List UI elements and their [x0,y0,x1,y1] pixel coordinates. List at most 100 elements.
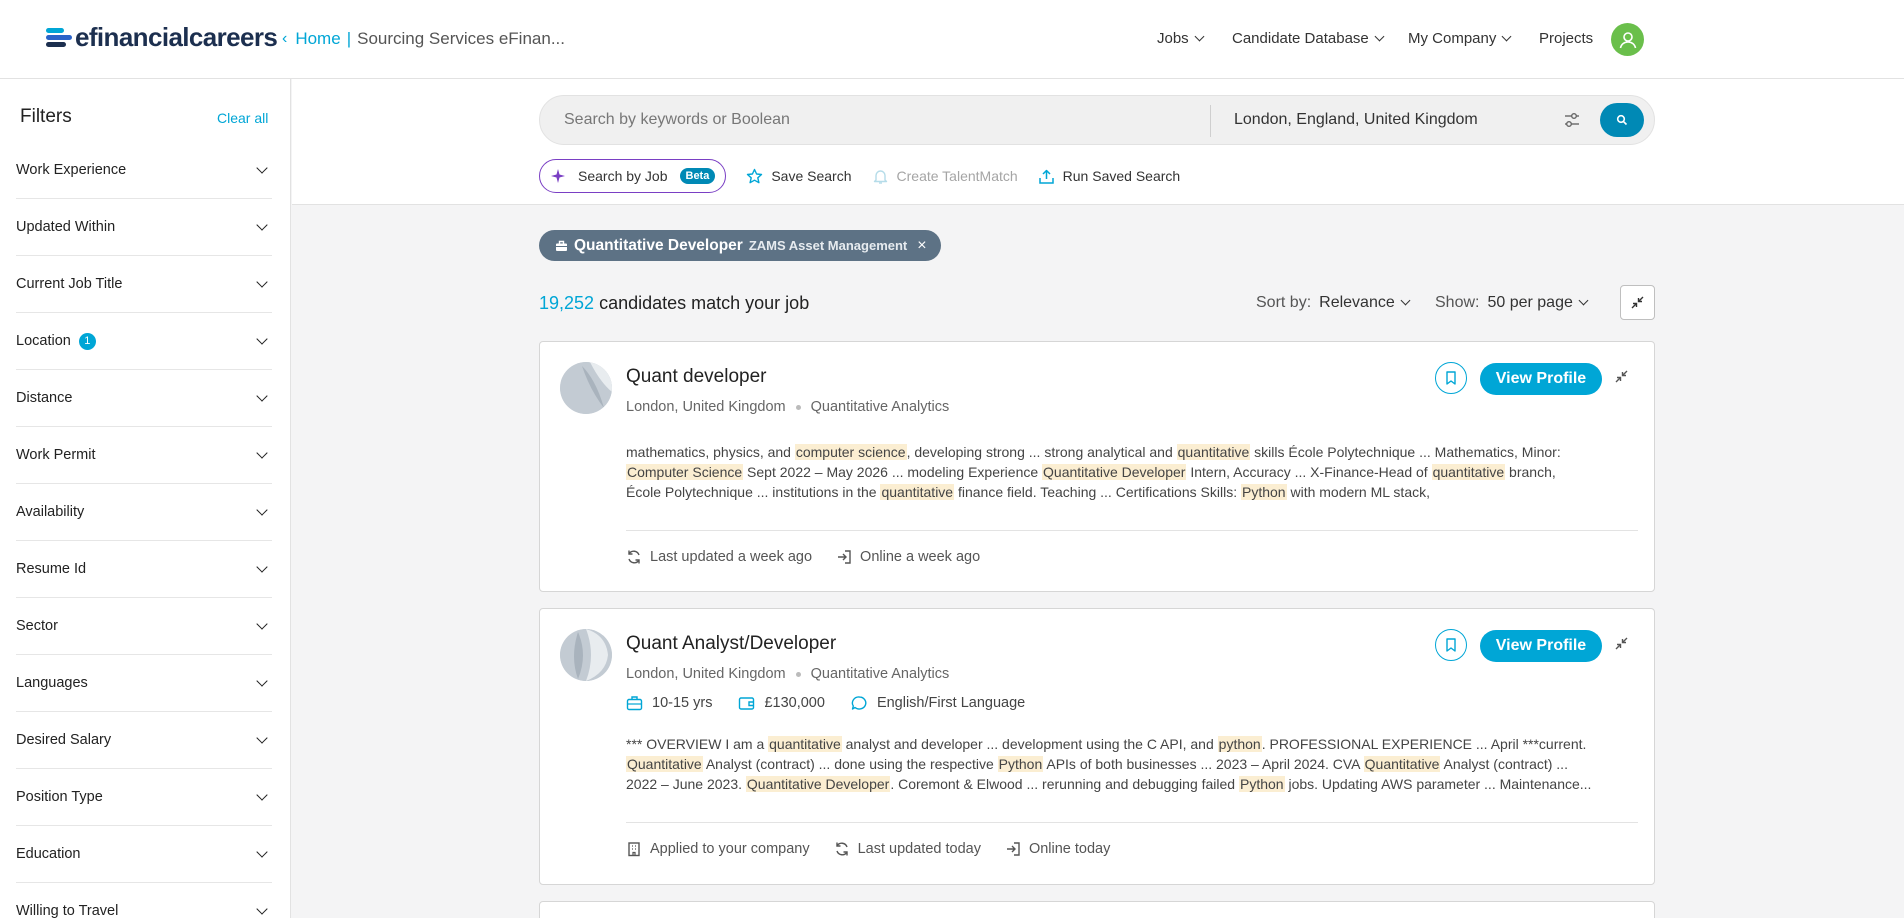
user-avatar[interactable] [1611,23,1644,56]
filter-label: Work Experience [16,162,127,178]
snippet-text: finance field. Teaching ... Certificatio… [954,484,1241,500]
snippet-text: jobs. Updating AWS parameter ... Mainten… [1284,776,1592,792]
filter-label: Sector [16,618,58,634]
keyword-highlight: python [1217,736,1262,752]
experience-fact: 10-15 yrs [626,695,712,711]
search-button[interactable] [1600,103,1644,137]
sliders-icon[interactable] [1563,111,1581,129]
snippet-text: mathematics, physics, and [626,444,795,460]
filter-updated-within[interactable]: Updated Within [16,199,272,256]
filter-current-job-title[interactable]: Current Job Title [16,256,272,313]
sort-label: Sort by: [1256,294,1312,311]
filter-work-permit[interactable]: Work Permit [16,427,272,484]
candidate-location: London, United Kingdom [626,399,786,415]
keyword-highlight: Quantitative [1363,756,1441,772]
keyword-highlight: quantitative [1431,464,1506,480]
keyword-highlight: computer science [794,444,907,460]
filter-location[interactable]: Location 1 [16,313,272,370]
search-by-job-label: Search by Job [578,168,668,184]
search-divider [1210,105,1211,137]
snippet-text: . PROFESSIONAL EXPERIENCE ... April ***c… [1261,736,1587,752]
breadcrumb: ‹ Home | Sourcing Services eFinan... [282,29,565,49]
user-icon [1619,31,1636,48]
keyword-highlight: Python [1240,484,1287,500]
search-bar: Search by keywords or Boolean London, En… [539,95,1655,145]
sparkle-icon [551,169,565,183]
last-updated-text: Last updated a week ago [650,549,813,565]
create-talentmatch-button[interactable]: Create TalentMatch [872,168,1018,185]
candidate-card[interactable]: Quant developer London, United Kingdom Q… [539,341,1655,592]
bookmark-button[interactable] [1435,362,1467,394]
snippet-text: branch, [1505,464,1556,480]
candidate-location: London, United Kingdom [626,666,786,682]
save-search-button[interactable]: Save Search [746,168,852,185]
logo-text: efinancialcareers [75,22,278,52]
collapse-icon[interactable] [1614,636,1629,651]
close-icon[interactable]: × [917,237,926,255]
nav-candidate-database[interactable]: Candidate Database [1232,30,1385,47]
filter-label: Education [16,846,81,862]
snippet-line: Computer Science Sept 2022 – May 2026 ..… [626,462,1638,482]
nav-projects[interactable]: Projects [1539,30,1593,47]
candidate-title[interactable]: Quant Analyst/Developer [626,633,836,655]
filter-education[interactable]: Education [16,826,272,883]
filter-sector[interactable]: Sector [16,598,272,655]
filter-label: Work Permit [16,447,96,463]
candidate-snippet: *** OVERVIEW I am a quantitative analyst… [626,734,1638,794]
bookmark-button[interactable] [1435,629,1467,661]
sort-control[interactable]: Sort by: Relevance [1256,294,1411,312]
view-profile-button[interactable]: View Profile [1480,630,1602,662]
location-input[interactable]: London, England, United Kingdom [1234,111,1478,129]
filter-languages[interactable]: Languages [16,655,272,712]
keyword-highlight: quantitative [1176,444,1251,460]
snippet-line: 2022 – June 2023. Quantitative Developer… [626,774,1638,794]
chevron-down-icon [256,276,268,288]
snippet-text: Intern, Accuracy ... X-Finance-Head of [1186,464,1432,480]
nav-my-company[interactable]: My Company [1408,30,1512,47]
snippet-text: . Coremont & Elwood ... rerunning and de… [890,776,1239,792]
filter-label: Availability [16,504,85,520]
nav-jobs[interactable]: Jobs [1157,30,1205,47]
filter-position-type[interactable]: Position Type [16,769,272,826]
chevron-down-icon [256,903,268,915]
keyword-highlight: Quantitative Developer [1042,464,1187,480]
filter-resume-id[interactable]: Resume Id [16,541,272,598]
filter-desired-salary[interactable]: Desired Salary [16,712,272,769]
page-size-control[interactable]: Show: 50 per page [1435,294,1589,312]
last-updated-text: Last updated today [857,841,981,857]
candidate-title[interactable]: Quant developer [626,366,767,388]
clear-all-link[interactable]: Clear all [217,110,268,126]
candidate-card[interactable] [539,901,1655,918]
view-profile-button[interactable]: View Profile [1480,363,1602,395]
filter-availability[interactable]: Availability [16,484,272,541]
search-by-job-button[interactable]: Search by Job Beta [539,159,727,193]
collapse-icon[interactable] [1614,369,1629,384]
filters-sidebar: Filters Clear all Work Experience Updated… [0,79,291,918]
chevron-left-icon[interactable]: ‹ [282,30,287,48]
breadcrumb-home-link[interactable]: Home [295,29,340,49]
filter-distance[interactable]: Distance [16,370,272,427]
caret-down-icon [1578,295,1589,306]
logo-mark-icon [46,26,72,50]
candidate-card[interactable]: Quant Analyst/Developer London, United K… [539,608,1655,885]
salary-fact: £130,000 [738,695,825,711]
job-chip-title: Quantitative Developer [574,236,743,254]
meta-separator [795,671,801,677]
filter-label: Willing to Travel [16,903,119,918]
snippet-text: Sept 2022 – May 2026 ... modeling Experi… [743,464,1043,480]
caret-down-icon [1501,31,1512,41]
login-icon [838,550,851,564]
job-chip[interactable]: Quantitative Developer ZAMS Asset Manage… [539,230,941,261]
refresh-icon [628,550,640,564]
last-updated: Last updated today [834,841,981,857]
collapse-all-button[interactable] [1620,285,1655,320]
logo[interactable]: efinancialcareers [46,22,278,53]
run-saved-search-button[interactable]: Run Saved Search [1038,168,1180,185]
keyword-search-input[interactable]: Search by keywords or Boolean [564,111,790,129]
snippet-text: Analyst (contract) ... [1440,756,1568,772]
online-status: Online today [1005,841,1110,857]
filter-work-experience[interactable]: Work Experience [16,142,272,199]
filter-label: Desired Salary [16,732,112,748]
keyword-highlight: Computer Science [626,464,744,480]
filter-willing-to-travel[interactable]: Willing to Travel [16,883,272,918]
